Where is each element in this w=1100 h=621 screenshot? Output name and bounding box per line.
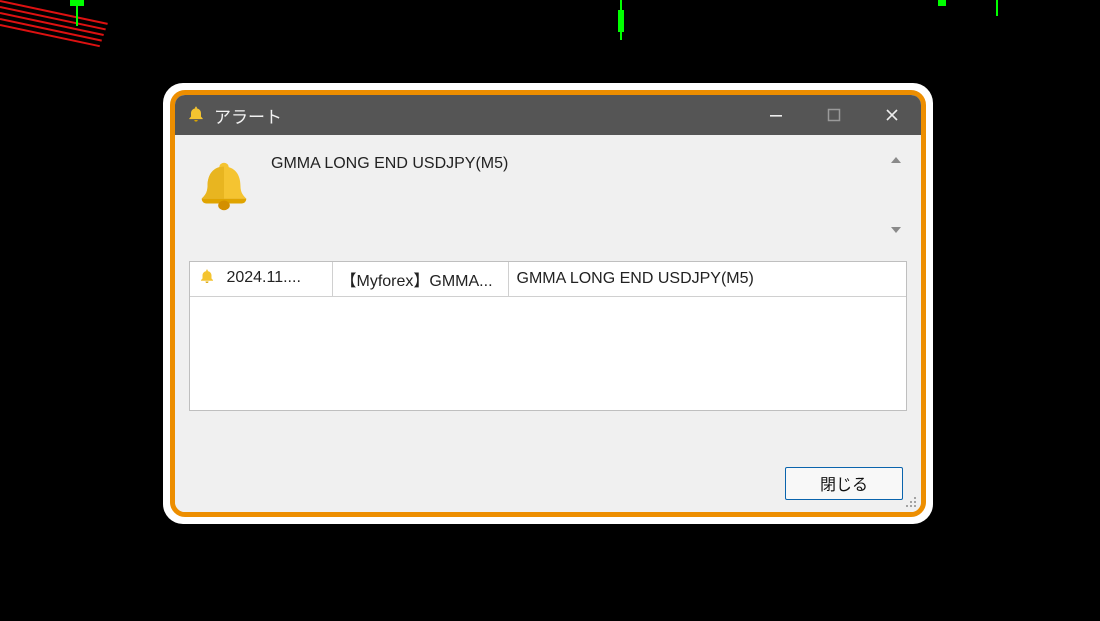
candle [70,0,84,6]
scroll-up-button[interactable] [885,149,907,171]
cell-time-text: 2024.11.... [226,269,300,286]
dialog-client-area: GMMA LONG END USDJPY(M5) [175,135,921,512]
alert-dialog: アラート [163,83,933,524]
window-maximize-button[interactable] [805,95,863,135]
window-minimize-button[interactable] [747,95,805,135]
alert-message: GMMA LONG END USDJPY(M5) [259,151,885,241]
bell-icon [198,268,220,290]
resize-grip[interactable] [902,493,918,509]
bell-icon [189,151,259,221]
cell-time: 2024.11.... [190,262,332,297]
cell-text: GMMA LONG END USDJPY(M5) [508,262,906,297]
alerts-table[interactable]: 2024.11.... 【Myforex】GMMA... GMMA LONG E… [189,261,907,411]
candle [620,0,622,40]
message-scroll [885,149,907,241]
chart-background: アラート [0,0,1100,621]
bell-icon [185,104,207,126]
titlebar[interactable]: アラート [175,95,921,135]
candle [996,0,998,16]
window-title: アラート [214,103,282,128]
window-close-button[interactable] [863,95,921,135]
scroll-down-button[interactable] [885,219,907,241]
close-button[interactable]: 閉じる [785,467,903,500]
cell-source: 【Myforex】GMMA... [332,262,508,297]
table-row[interactable]: 2024.11.... 【Myforex】GMMA... GMMA LONG E… [190,262,906,297]
dialog-inner: アラート [170,90,926,517]
alert-header: GMMA LONG END USDJPY(M5) [175,135,921,249]
candle [938,0,946,6]
dialog-footer: 閉じる [175,454,921,512]
